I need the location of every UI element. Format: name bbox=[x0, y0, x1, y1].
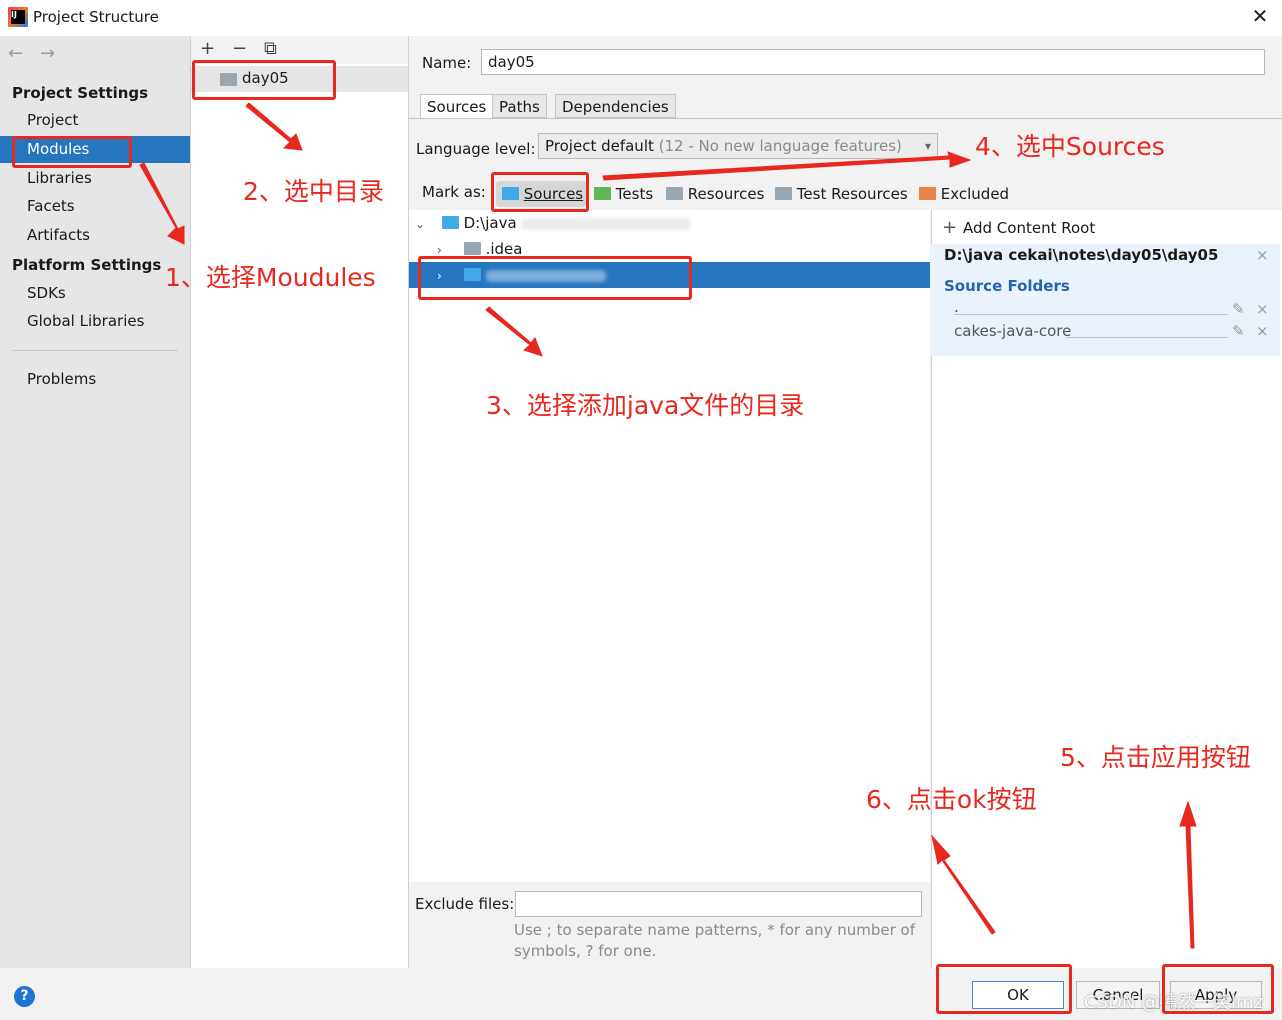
arrow-step3 bbox=[485, 306, 543, 357]
annotation-arrows bbox=[139, 102, 1197, 949]
arrow-step6 bbox=[931, 834, 996, 935]
arrow-step1 bbox=[139, 162, 185, 245]
arrow-step4 bbox=[602, 151, 972, 181]
arrow-step5 bbox=[1179, 800, 1197, 949]
arrow-step2 bbox=[245, 102, 303, 151]
